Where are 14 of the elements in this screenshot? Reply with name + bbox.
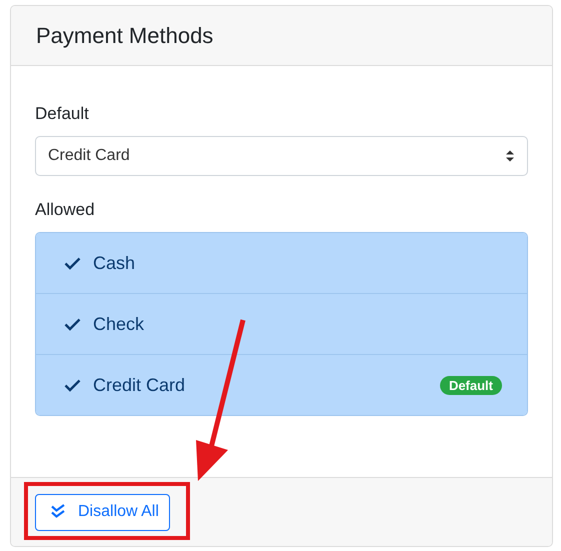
check-icon: [64, 318, 81, 330]
select-field[interactable]: Credit Card: [35, 136, 528, 176]
list-item[interactable]: Check: [36, 293, 527, 354]
check-icon: [64, 256, 81, 270]
card-title: Payment Methods: [36, 22, 214, 48]
field-label: Allowed: [35, 200, 96, 220]
sort-caret-icon: [505, 149, 515, 163]
field-label: Default: [35, 104, 90, 124]
disallow-all-button[interactable]: Disallow All: [35, 494, 170, 530]
check-icon: [64, 378, 81, 392]
status-badge: Default: [440, 376, 502, 394]
list-item[interactable]: Credit Card Default: [36, 354, 527, 415]
double-check-icon: [50, 504, 66, 520]
list-item[interactable]: Cash: [36, 233, 527, 293]
